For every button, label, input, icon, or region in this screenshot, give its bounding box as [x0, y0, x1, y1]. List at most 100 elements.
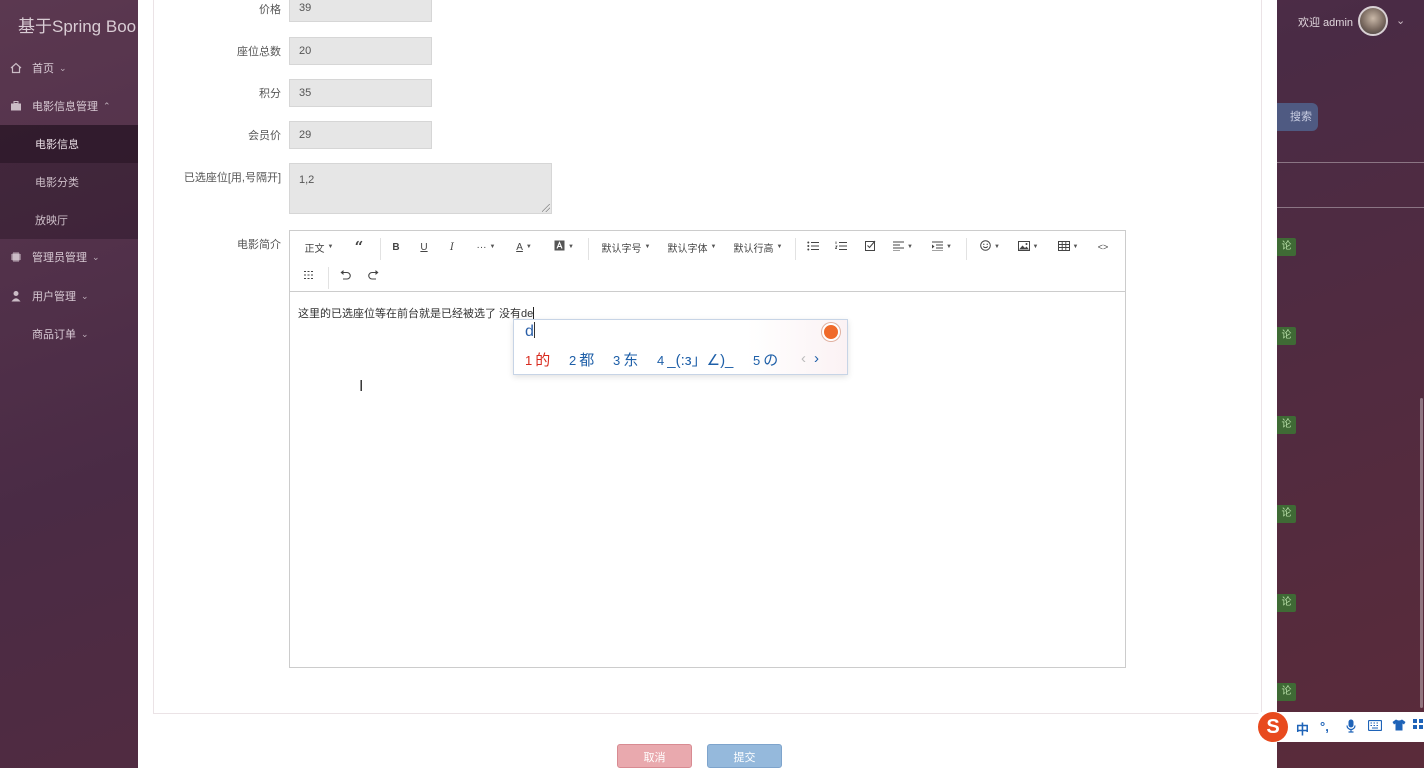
sogou-logo-icon[interactable]: S	[1258, 712, 1288, 742]
sidebar-subitem-hall[interactable]: 放映厅	[0, 201, 138, 239]
ime-candidate[interactable]: 5の	[753, 349, 778, 370]
table-divider	[1277, 207, 1424, 208]
table-divider	[1277, 162, 1424, 163]
ime-candidate[interactable]: 4 _(:з」∠)_	[657, 349, 733, 370]
toolbox-icon[interactable]	[1413, 719, 1423, 734]
review-button[interactable]: 论	[1277, 505, 1296, 523]
points-label: 积分	[259, 88, 281, 100]
microphone-icon[interactable]	[1346, 719, 1356, 736]
ime-next-page-icon[interactable]: ›	[814, 350, 819, 367]
selected-seats-textarea[interactable]: 1,2	[289, 163, 552, 214]
heading-select[interactable]: 正文 ▼	[302, 237, 336, 257]
more-style-button[interactable]: ··· ▼	[473, 237, 499, 257]
underline-icon: U	[420, 241, 428, 253]
sidebar-item-users[interactable]: 用户管理 ⌄	[0, 278, 138, 314]
briefcase-icon	[10, 100, 22, 112]
ime-status-bar: S 中 °,	[1258, 712, 1424, 742]
quote-button[interactable]: “	[350, 237, 368, 257]
caret-down-icon: ▼	[1072, 244, 1079, 250]
review-button[interactable]: 论	[1277, 594, 1296, 612]
ime-mode-toggle[interactable]: 中	[1296, 719, 1309, 738]
line-height-label: 默认行高	[733, 243, 774, 255]
description-label: 电影简介	[237, 239, 281, 251]
cancel-button[interactable]: 取消	[617, 744, 692, 768]
align-button[interactable]: ▼	[891, 237, 915, 257]
sidebar-item-label: 商品订单	[32, 329, 76, 341]
page-scrollbar[interactable]	[1420, 398, 1423, 708]
ime-composition: d	[525, 322, 535, 341]
skin-shirt-icon[interactable]	[1392, 719, 1406, 734]
table-button[interactable]: ▼	[1056, 237, 1080, 257]
emoji-icon	[980, 240, 991, 254]
ime-prev-page-icon[interactable]: ‹	[801, 350, 806, 367]
seat-total-label: 座位总数	[237, 46, 281, 58]
font-color-icon: A	[516, 241, 523, 253]
background-color-button[interactable]: ▼	[552, 237, 576, 257]
review-button[interactable]: 论	[1277, 683, 1296, 701]
seat-total-field[interactable]: 20	[289, 37, 432, 65]
emoji-button[interactable]: ▼	[978, 237, 1002, 257]
sidebar: 首页 ⌄ 电影信息管理 ⌃ 电影信息 电影分类 放映厅 管理员管理 ⌄ 用户管理…	[0, 46, 138, 768]
highlight-icon	[554, 240, 565, 254]
sidebar-item-label: 首页	[32, 63, 54, 75]
keyboard-icon[interactable]	[1367, 719, 1383, 734]
font-size-select[interactable]: 默认字号 ▼	[600, 237, 652, 257]
caret-down-icon: ▼	[907, 244, 913, 250]
ime-candidate[interactable]: 1的	[525, 349, 550, 370]
text-caret	[533, 307, 535, 319]
selected-seats-value: 1,2	[299, 174, 315, 186]
italic-button[interactable]: I	[443, 237, 461, 257]
review-button[interactable]: 论	[1277, 416, 1296, 434]
price-field[interactable]: 39	[289, 0, 432, 22]
undo-button[interactable]	[336, 266, 354, 286]
editor-content[interactable]: 这里的已选座位等在前台就是已经被选了 没有de	[298, 305, 535, 321]
code-button[interactable]: <>	[1093, 237, 1113, 257]
chip-icon	[10, 251, 22, 263]
indent-button[interactable]: ▼	[930, 237, 954, 257]
ime-skin-icon[interactable]	[822, 323, 840, 341]
font-family-select[interactable]: 默认字体 ▼	[666, 237, 718, 257]
more-icon: ···	[476, 241, 487, 253]
divider-button[interactable]	[300, 266, 318, 286]
table-icon	[1057, 240, 1070, 254]
caret-down-icon: ▼	[568, 244, 574, 250]
caret-down-icon: ▼	[994, 244, 1000, 250]
ime-candidate[interactable]: 2都	[569, 349, 594, 370]
heading-select-label: 正文	[304, 243, 325, 255]
font-color-button[interactable]: A ▼	[512, 237, 536, 257]
user-icon	[10, 290, 22, 302]
caret-down-icon: ▼	[776, 244, 783, 250]
caret-down-icon: ▼	[946, 244, 952, 250]
sidebar-item-orders[interactable]: 商品订单 ⌄	[0, 316, 138, 352]
bullet-list-icon	[807, 241, 819, 254]
member-price-field[interactable]: 29	[289, 121, 432, 149]
caret-down-icon: ▼	[644, 244, 651, 250]
punctuation-toggle[interactable]: °,	[1320, 719, 1329, 734]
redo-button[interactable]	[364, 266, 382, 286]
submit-button[interactable]: 提交	[707, 744, 782, 768]
ime-candidate-window: d 1的 2都 3东 4 _(:з」∠)_ 5の ‹ ›	[513, 319, 848, 375]
toolbar-divider	[966, 238, 967, 260]
caret-down-icon: ▼	[489, 244, 496, 250]
bullet-list-button[interactable]	[804, 237, 822, 257]
toolbar-divider	[588, 238, 589, 260]
bold-button[interactable]: B	[387, 237, 405, 257]
image-button[interactable]: ▼	[1016, 237, 1040, 257]
line-height-select[interactable]: 默认行高 ▼	[732, 237, 784, 257]
ime-input-text: d	[525, 323, 534, 340]
underline-button[interactable]: U	[415, 237, 433, 257]
points-field[interactable]: 35	[289, 79, 432, 107]
numbered-list-button[interactable]	[832, 237, 850, 257]
home-icon	[10, 62, 22, 74]
quote-icon: “	[354, 238, 364, 256]
code-icon: <>	[1097, 242, 1109, 252]
todo-list-button[interactable]	[861, 237, 879, 257]
editor-toolbar: 正文 ▼ “ B U I ··· ▼ A ▼ ▼ 默认字号 ▼ 默认字体 ▼ 默…	[290, 231, 1125, 292]
chevron-down-icon: ⌄	[59, 62, 67, 73]
resize-handle[interactable]	[542, 204, 550, 212]
review-button[interactable]: 论	[1277, 327, 1296, 345]
toolbar-divider	[380, 238, 381, 260]
review-button[interactable]: 论	[1277, 238, 1296, 256]
chevron-down-icon: ⌄	[92, 251, 100, 262]
ime-candidate[interactable]: 3东	[613, 349, 638, 370]
